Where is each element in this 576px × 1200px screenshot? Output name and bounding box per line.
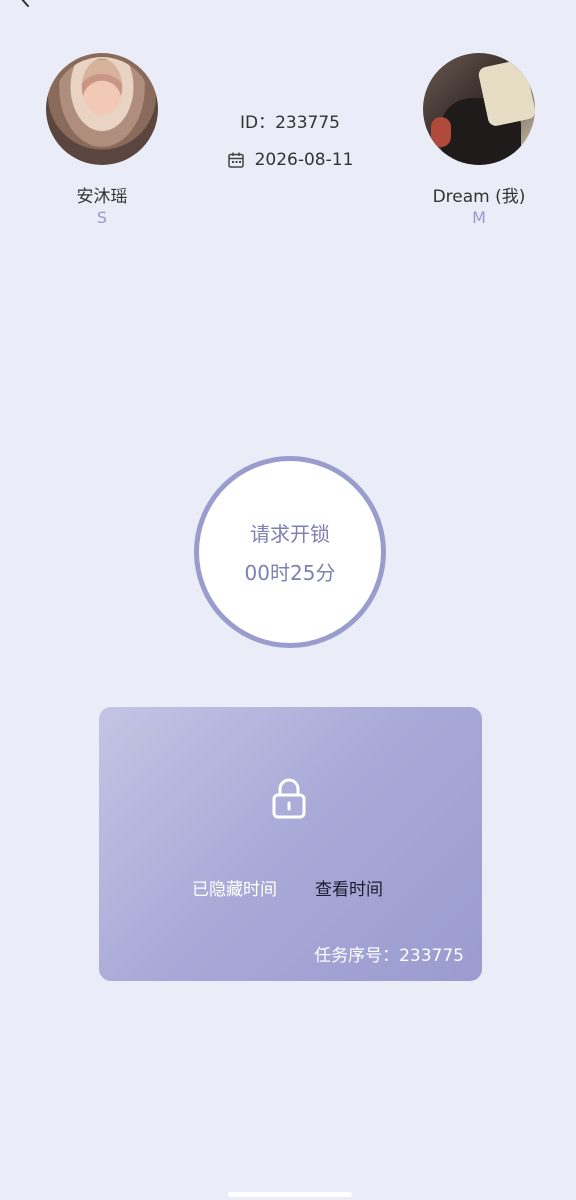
left-user-name: 安沐瑶 — [76, 187, 128, 207]
lock-icon — [272, 778, 306, 819]
back-button[interactable] — [14, 0, 36, 8]
remaining-time: 00时25分 — [244, 561, 336, 585]
right-user-name: Dream (我) — [432, 187, 526, 207]
lock-card: 已隐藏时间 查看时间 任务序号：233775 — [99, 707, 482, 981]
avatar-left-user[interactable] — [46, 53, 158, 165]
date-row: 2026-08-11 — [190, 150, 390, 170]
time-hidden-label: 已隐藏时间 — [192, 880, 277, 900]
avatar-right-user[interactable] — [423, 53, 535, 165]
request-unlock-label: 请求开锁 — [250, 522, 330, 546]
right-user-role: M — [472, 208, 486, 227]
home-indicator[interactable] — [228, 1192, 352, 1197]
left-user-role: S — [96, 208, 108, 227]
calendar-icon — [227, 152, 244, 168]
screen: 安沐瑶 S Dream (我) M ID：233775 2026-08-11 请… — [0, 0, 576, 1200]
chevron-left-icon — [21, 0, 29, 7]
request-unlock-button[interactable]: 请求开锁 00时25分 — [194, 456, 386, 648]
date-value: 2026-08-11 — [254, 150, 354, 170]
view-time-button[interactable]: 查看时间 — [315, 875, 383, 900]
id-label: ID：233775 — [240, 113, 340, 133]
task-number: 任务序号：233775 — [314, 946, 464, 966]
